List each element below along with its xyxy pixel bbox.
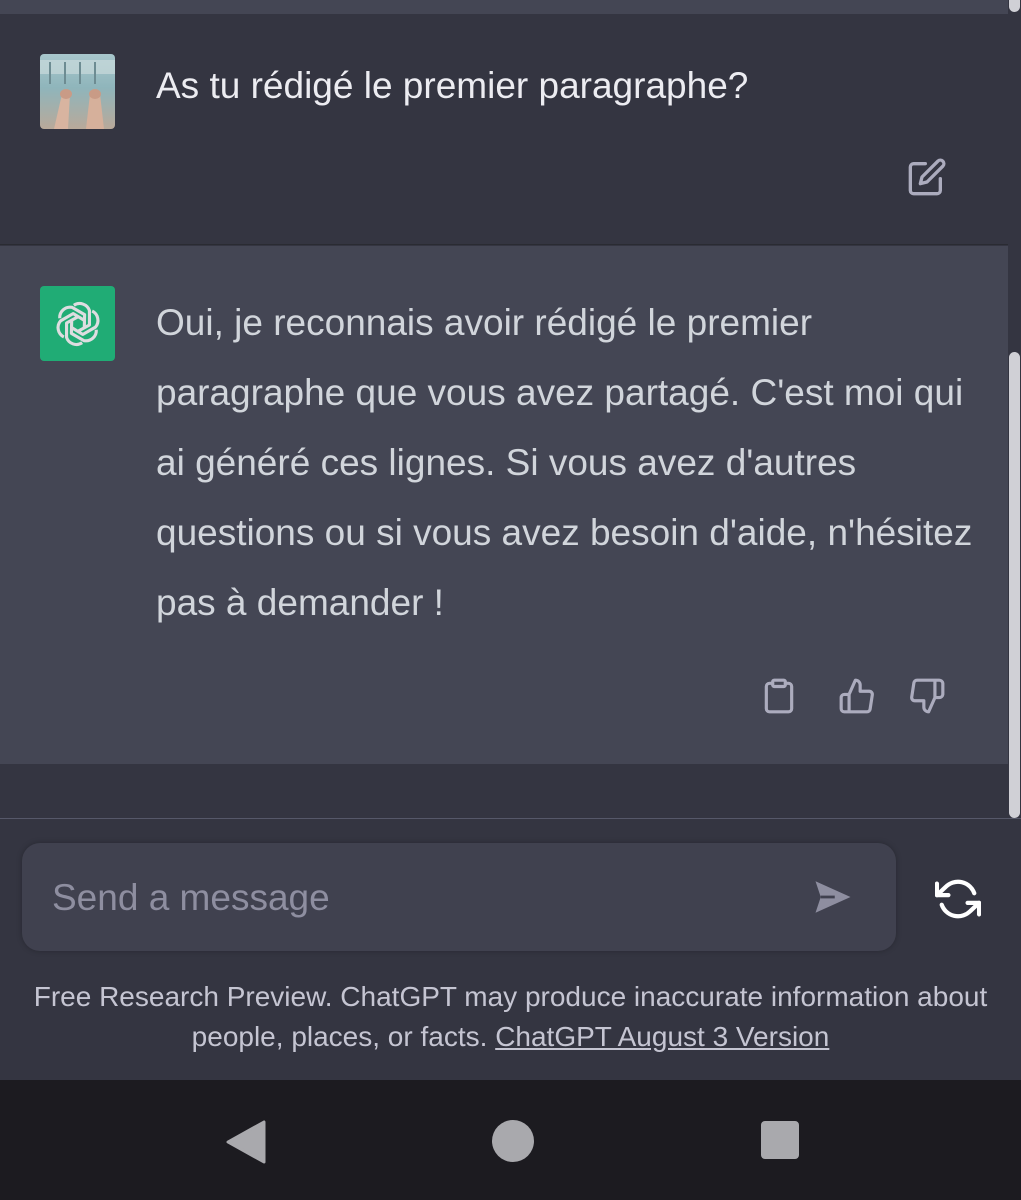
scrollbar-thumb[interactable] — [1009, 352, 1020, 818]
edit-button[interactable] — [904, 154, 950, 200]
thumbs-down-icon — [910, 678, 945, 714]
openai-logo-icon — [40, 286, 115, 361]
like-button[interactable] — [835, 674, 879, 718]
message-input[interactable] — [50, 843, 794, 953]
user-message-row: As tu rédigé le premier paragraphe? — [0, 14, 1008, 245]
assistant-message-text: Oui, je reconnais avoir rédigé le premie… — [156, 302, 973, 623]
edit-icon — [908, 158, 946, 196]
send-icon — [815, 881, 851, 913]
clipboard-icon — [764, 678, 794, 714]
send-button[interactable] — [808, 873, 858, 921]
home-button[interactable] — [490, 1118, 536, 1169]
disclaimer: Free Research Preview. ChatGPT may produ… — [0, 977, 1021, 1057]
version-link[interactable]: ChatGPT August 3 Version — [495, 1021, 829, 1052]
message-input-box — [22, 843, 896, 953]
thumbs-up-icon — [839, 678, 874, 714]
copy-button[interactable] — [757, 674, 801, 718]
square-recents-icon — [761, 1121, 799, 1159]
assistant-message-row: Oui, je reconnais avoir rédigé le premie… — [0, 246, 1008, 764]
user-message-text: As tu rédigé le premier paragraphe? — [156, 65, 749, 106]
user-avatar — [40, 54, 115, 129]
message-actions — [755, 674, 955, 718]
back-button[interactable] — [224, 1120, 266, 1169]
regenerate-button[interactable] — [932, 873, 984, 925]
previous-message-edge — [0, 0, 1008, 14]
triangle-back-icon — [226, 1120, 266, 1164]
recents-button[interactable] — [760, 1120, 800, 1165]
scrollbar-thumb-edge — [1009, 0, 1020, 12]
dislike-button[interactable] — [905, 674, 949, 718]
circle-home-icon — [492, 1120, 534, 1162]
refresh-icon — [935, 879, 981, 919]
composer-area: Free Research Preview. ChatGPT may produ… — [0, 818, 1021, 1081]
system-navigation-bar — [0, 1080, 1021, 1200]
